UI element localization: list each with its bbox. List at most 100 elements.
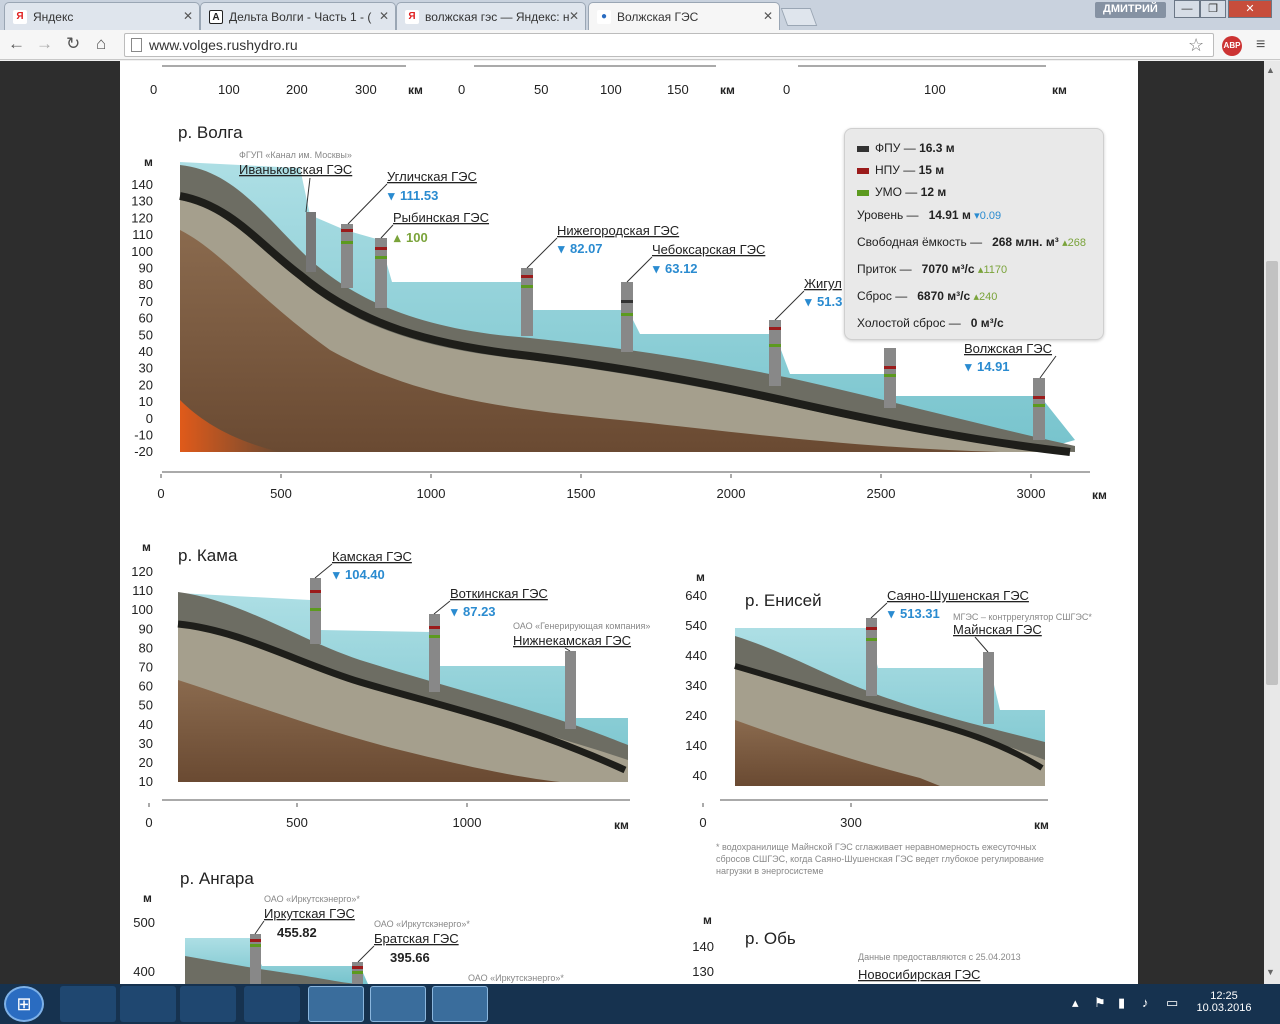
close-window-button[interactable]: ✕ [1228,0,1272,18]
dam-votkinsk [429,614,440,692]
tick-label: 100 [218,82,240,97]
home-icon[interactable]: ⌂ [96,34,106,54]
capacity-label: Свободная ёмкость — [857,235,983,249]
menu-icon[interactable]: ≡ [1256,36,1265,54]
y-tick: 0 [146,411,153,426]
station-bratsk[interactable]: Братская ГЭС [374,931,459,946]
station-kamskaya[interactable]: Камская ГЭС [332,549,412,564]
dam-saratov [884,348,896,408]
close-icon[interactable]: ✕ [763,9,773,23]
action-center-icon[interactable]: ⚑ [1094,995,1106,1011]
new-tab-button[interactable] [780,8,818,26]
tab-volga-delta[interactable]: A Дельта Волги - Часть 1 - (✕ [200,2,396,30]
level-arrow-icon: ▾ [887,606,895,621]
station-novosibirsk[interactable]: Новосибирская ГЭС [858,967,980,982]
tab-strip: Я Яндекс ✕ A Дельта Волги - Часть 1 - (✕ Яв… [0,0,1280,30]
word-icon[interactable] [432,986,488,1022]
tab-yandex-search[interactable]: Яволжская гэс — Яндекс: н ✕ [396,2,586,30]
date-note: Данные предоставляются с 25.04.2013 [858,952,1021,962]
y-tick: -20 [134,444,153,459]
y-tick: 110 [132,583,153,598]
station-zhiguli[interactable]: Жигул [804,276,842,291]
top-scale-2: 0 50 100 150 км [458,65,735,97]
y-tick: 500 [133,915,155,930]
y-tick: 100 [131,244,153,259]
station-votkinsk[interactable]: Воткинская ГЭС [450,586,548,601]
top-scale-3: 0 100 км [783,65,1067,97]
level-delta: 0.09 [979,210,1002,222]
visual-studio-icon[interactable] [244,986,300,1022]
idle-label: Холостой сброс — [857,316,961,330]
station-level: 82.07 [570,241,603,256]
npu-row: НПУ — 15 м [857,163,944,177]
fpu-value: 16.3 м [919,141,955,155]
discharge-value: 6870 м³/с [917,289,971,303]
y-tick: 140 [131,177,153,192]
y-tick: 50 [139,698,153,713]
tick-label: 100 [924,82,946,97]
y-tick: 10 [139,394,153,409]
y-axis: 640 540 440 340 240 140 40 [685,588,707,783]
tab-label: Яндекс [33,10,74,24]
close-icon[interactable]: ✕ [183,9,193,23]
reload-icon[interactable]: ↻ [66,34,80,54]
station-volzhskaya[interactable]: Волжская ГЭС [964,341,1052,356]
minimize-button[interactable]: — [1174,0,1200,18]
dam-nizhnekamsk [565,651,576,729]
close-icon[interactable]: ✕ [379,9,389,23]
address-bar[interactable]: www.volges.rushydro.ru [124,33,1214,57]
tab-volzhskaya-ges[interactable]: ● Волжская ГЭС ✕ [588,2,780,30]
browser-window: Я Яндекс ✕ A Дельта Волги - Часть 1 - (✕ Яв… [0,0,1280,984]
back-icon[interactable]: ← [8,34,25,54]
station-irkutsk[interactable]: Иркутская ГЭС [264,906,355,921]
network-icon[interactable]: ▮ [1118,995,1125,1011]
y-tick: 130 [131,194,153,209]
umo-swatch [857,189,869,196]
explorer-icon[interactable] [308,986,364,1022]
fpu-row: ФПУ — 16.3 м [857,141,955,155]
x-tick: 1500 [567,486,596,501]
close-icon[interactable]: ✕ [569,9,579,23]
station-uglich[interactable]: Угличская ГЭС [387,169,477,184]
tab-label: волжская гэс — Яндекс: н [425,10,570,24]
x-unit: км [1092,488,1107,502]
y-tick: 40 [693,768,707,783]
chrome-icon[interactable] [370,986,426,1022]
clock[interactable]: 12:25 10.03.2016 [1196,990,1252,1014]
paint-icon[interactable] [180,986,236,1022]
y-tick: 50 [139,327,153,342]
forward-icon[interactable]: → [36,34,53,54]
station-nizhny[interactable]: Нижегородская ГЭС [557,223,679,238]
x-unit: км [614,818,629,832]
station-nizhnekamsk[interactable]: Нижнекамская ГЭС [513,633,631,648]
station-mainskaya[interactable]: Майнская ГЭС [953,622,1042,637]
volume-icon[interactable]: ♪ [1142,995,1149,1010]
yandex-favicon-icon: Я [405,10,419,24]
station-ivankovo[interactable]: Иваньковская ГЭС [239,162,352,177]
y-tick: 120 [131,564,153,579]
yandex-favicon-icon: Я [13,10,27,24]
internet-explorer-icon[interactable] [120,986,176,1022]
maximize-button[interactable]: ❐ [1200,0,1226,18]
station-cheboksary[interactable]: Чебоксарская ГЭС [652,242,765,257]
level-value: 14.91 м [928,208,971,222]
bookmark-star-icon[interactable]: ☆ [1188,35,1204,56]
station-rybinsk[interactable]: Рыбинская ГЭС [393,210,489,225]
x-tick: 2000 [717,486,746,501]
station-level: 14.91 [977,359,1010,374]
y-axis: 1401301201101009080706050403020100-10-20 [131,177,153,459]
river-title: р. Енисей [745,591,822,610]
tray-expand-icon[interactable]: ▴ [1072,995,1079,1011]
profile-button[interactable]: ДМИТРИЙ [1095,2,1166,18]
adblock-icon[interactable]: ABP [1222,36,1242,56]
start-button[interactable]: ⊞ [4,986,44,1022]
capacity-row: Свободная ёмкость — 268 млн. м³ ▴268 [857,235,1086,249]
tab-yandex[interactable]: Я Яндекс ✕ [4,2,200,30]
unit-label: км [408,83,423,97]
idle-value: 0 м³/с [970,316,1004,330]
station-sayano[interactable]: Саяно-Шушенская ГЭС [887,588,1029,603]
river-title: р. Обь [745,929,796,948]
media-player-icon[interactable] [60,986,116,1022]
capacity-delta: 268 [1067,237,1086,249]
language-icon[interactable]: ▭ [1166,995,1178,1011]
